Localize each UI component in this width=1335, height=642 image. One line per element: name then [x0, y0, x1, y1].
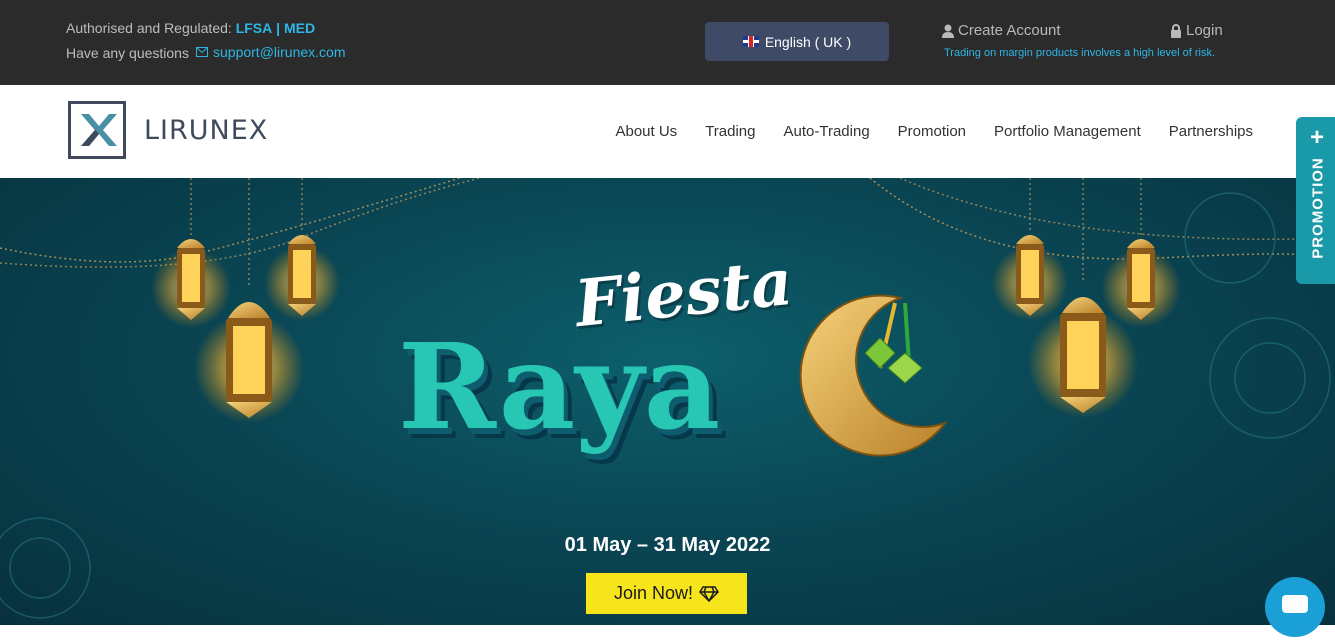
questions-label: Have any questions — [66, 45, 189, 61]
promotion-date-range: 01 May – 31 May 2022 — [564, 534, 771, 556]
create-account-link[interactable]: Create Account — [942, 22, 1061, 39]
regulator-separator: | — [276, 20, 281, 36]
lantern-icon — [151, 239, 231, 328]
regulation-prefix: Authorised and Regulated: — [66, 20, 232, 36]
join-now-button[interactable]: Join Now! — [586, 573, 747, 614]
lock-icon — [1171, 23, 1181, 38]
language-selector[interactable]: English ( UK ) — [705, 22, 889, 61]
join-now-label: Join Now! — [613, 583, 694, 603]
support-email-link[interactable]: support@lirunex.com — [196, 44, 346, 60]
logo-x-icon — [68, 101, 126, 159]
nav-item-auto-trading[interactable]: Auto-Trading — [784, 123, 870, 140]
nav-item-about-us[interactable]: About Us — [615, 123, 677, 140]
support-email-text: support@lirunex.com — [213, 44, 346, 60]
diamond-icon — [699, 585, 719, 602]
plus-icon: + — [1310, 124, 1325, 151]
lantern-icon — [1101, 239, 1181, 328]
login-label: Login — [1186, 22, 1223, 39]
chat-bubble-icon — [1282, 595, 1308, 613]
envelope-icon — [196, 47, 208, 57]
nav-menu: About Us Trading Auto-Trading Promotion … — [615, 123, 1253, 140]
lantern-icon — [992, 235, 1068, 321]
top-bar: Authorised and Regulated: LFSA | MED Hav… — [0, 0, 1335, 85]
main-navbar: LIRUNEX About Us Trading Auto-Trading Pr… — [0, 85, 1335, 178]
user-icon — [942, 24, 954, 38]
brand-name: LIRUNEX — [144, 114, 269, 146]
uk-flag-icon — [742, 36, 759, 47]
nav-item-partnerships[interactable]: Partnerships — [1169, 123, 1253, 140]
create-account-label: Create Account — [958, 22, 1061, 39]
chat-button[interactable] — [1265, 577, 1325, 637]
lantern-icon — [264, 235, 340, 321]
crescent-moon-icon — [799, 294, 948, 457]
language-label: English ( UK ) — [764, 33, 852, 50]
brand-logo[interactable]: LIRUNEX — [68, 101, 268, 159]
regulator-lfsa-link[interactable]: LFSA — [236, 20, 273, 36]
nav-item-trading[interactable]: Trading — [705, 123, 755, 140]
nav-item-promotion[interactable]: Promotion — [898, 123, 966, 140]
risk-warning: Trading on margin products involves a hi… — [944, 47, 1216, 59]
hero-title-raya: Raya — [398, 317, 721, 456]
promotion-tab-label: PROMOTION — [1309, 157, 1327, 259]
regulation-info: Authorised and Regulated: LFSA | MED — [66, 20, 315, 36]
regulator-med-link[interactable]: MED — [284, 20, 315, 36]
nav-item-portfolio-management[interactable]: Portfolio Management — [994, 123, 1141, 140]
hero-banner[interactable]: Fiesta Raya 01 May – 31 May 2022 Join No… — [0, 178, 1335, 625]
login-link[interactable]: Login — [1170, 22, 1223, 39]
